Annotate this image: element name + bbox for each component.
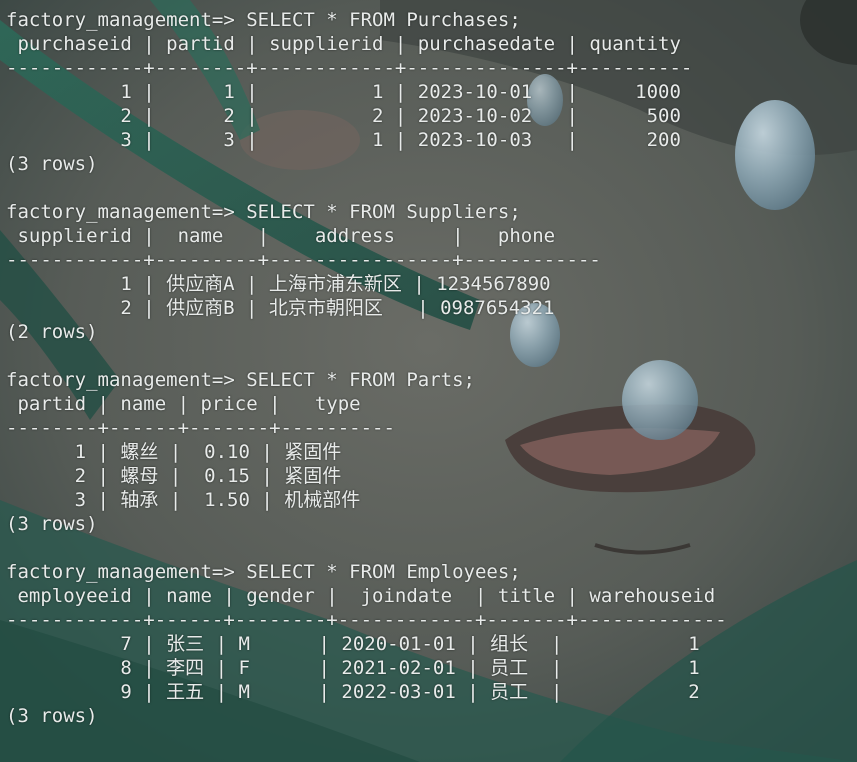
table-separator-line: ------------+---------+----------------+… (6, 249, 601, 271)
table-separator-line: ------------+------+--------+-----------… (6, 609, 727, 631)
row-count-line: (2 rows) (6, 321, 98, 343)
table-row-line: 8 | 李四 | F | 2021-02-01 | 员工 | 1 (6, 657, 700, 679)
table-header-line: partid | name | price | type (6, 393, 361, 415)
table-row-line: 1 | 1 | 1 | 2023-10-01 | 1000 (6, 81, 681, 103)
command-prompt-line: factory_management=> SELECT * FROM Purch… (6, 9, 521, 31)
command-prompt-line: factory_management=> SELECT * FROM Suppl… (6, 201, 521, 223)
table-row-line: 9 | 王五 | M | 2022-03-01 | 员工 | 2 (6, 681, 700, 703)
terminal-window[interactable]: factory_management=> SELECT * FROM Purch… (0, 0, 857, 762)
table-row-line: 1 | 螺丝 | 0.10 | 紧固件 (6, 441, 342, 463)
terminal-output[interactable]: factory_management=> SELECT * FROM Purch… (6, 8, 727, 728)
table-row-line: 7 | 张三 | M | 2020-01-01 | 组长 | 1 (6, 633, 700, 655)
table-header-line: supplierid | name | address | phone (6, 225, 556, 247)
table-header-line: purchaseid | partid | supplierid | purch… (6, 33, 681, 55)
row-count-line: (3 rows) (6, 513, 98, 535)
table-row-line: 1 | 供应商A | 上海市浦东新区 | 1234567890 (6, 273, 551, 295)
table-row-line: 2 | 2 | 2 | 2023-10-02 | 500 (6, 105, 681, 127)
row-count-line: (3 rows) (6, 705, 98, 727)
table-separator-line: --------+------+-------+---------- (6, 417, 395, 439)
table-row-line: 3 | 3 | 1 | 2023-10-03 | 200 (6, 129, 681, 151)
table-separator-line: ------------+--------+------------+-----… (6, 57, 693, 79)
command-prompt-line: factory_management=> SELECT * FROM Emplo… (6, 561, 521, 583)
table-row-line: 2 | 螺母 | 0.15 | 紧固件 (6, 465, 342, 487)
table-row-line: 2 | 供应商B | 北京市朝阳区 | 0987654321 (6, 297, 555, 319)
table-header-line: employeeid | name | gender | joindate | … (6, 585, 716, 607)
table-row-line: 3 | 轴承 | 1.50 | 机械部件 (6, 489, 361, 511)
command-prompt-line: factory_management=> SELECT * FROM Parts… (6, 369, 475, 391)
row-count-line: (3 rows) (6, 153, 98, 175)
